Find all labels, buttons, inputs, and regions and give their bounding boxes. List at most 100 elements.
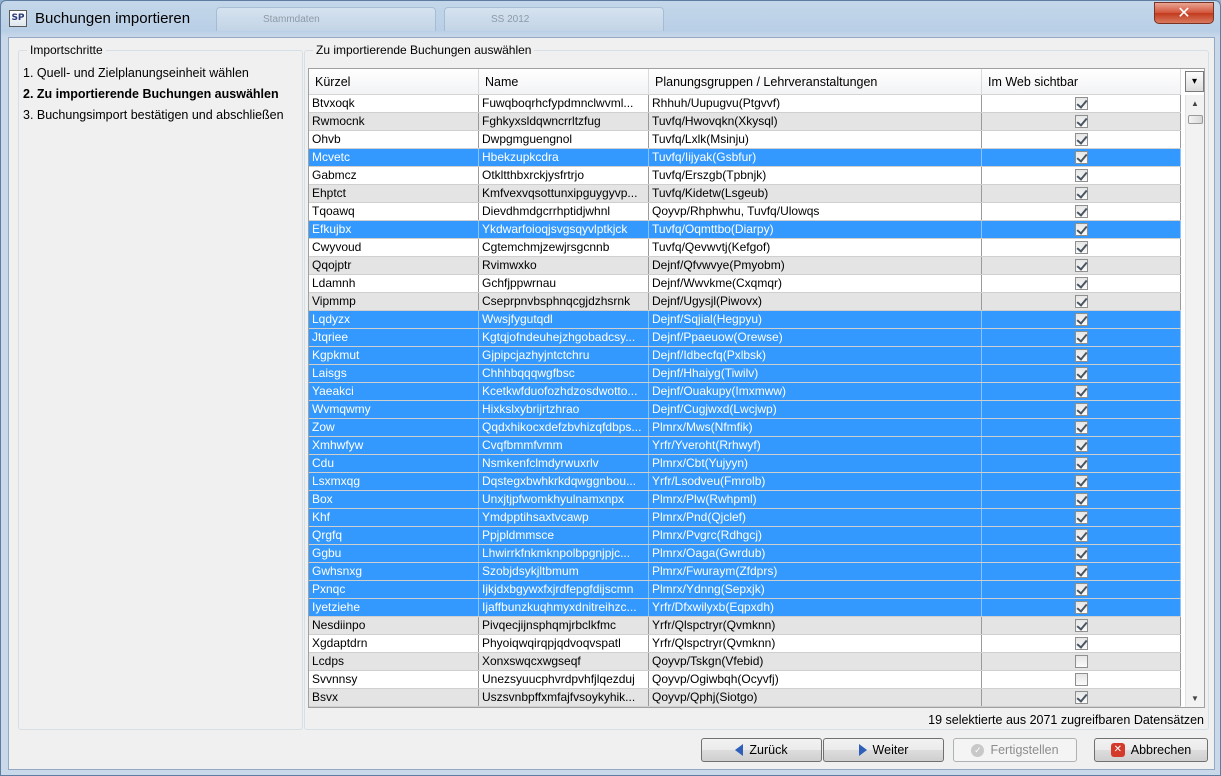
cell-name: Dqstegxbwhkrkdqwggnbou... <box>479 473 649 490</box>
web-visible-checkbox[interactable] <box>1074 241 1088 254</box>
table-row[interactable]: Vipmmp Cseprpnvbsphnqcgjdzhsrnk Dejnf/Ugys… <box>309 293 1181 311</box>
scrollbar-thumb[interactable] <box>1188 115 1203 124</box>
cell-planungsgruppe: Yrfr/Qlspctryr(Qvmknn) <box>649 617 982 634</box>
table-row[interactable]: Ehptct Kmfvexvqsottunxipguygyvp... Tuvfq/K… <box>309 185 1181 203</box>
table-row[interactable]: Lcdps Xonxswqcxwgseqf Qoyvp/Tskgn(Vfebid) <box>309 653 1181 671</box>
web-visible-checkbox[interactable] <box>1074 313 1088 326</box>
column-header-web-visible[interactable]: Im Web sichtbar <box>982 69 1181 95</box>
table-row[interactable]: Gwhsnxg Szobjdsykjltbmum Plmrx/Fwuraym(Zfd… <box>309 563 1181 581</box>
web-visible-checkbox[interactable] <box>1074 115 1088 128</box>
web-visible-checkbox[interactable] <box>1074 511 1088 524</box>
cell-kuerzel: Kgpkmut <box>309 347 479 364</box>
table-row[interactable]: Xmhwfyw Cvqfbmmfvmm Yrfr/Yveroht(Rrhwyf) <box>309 437 1181 455</box>
web-visible-checkbox[interactable] <box>1074 349 1088 362</box>
table-row[interactable]: Kgpkmut Gjpipcjazhyjntctchru Dejnf/Idbecfq… <box>309 347 1181 365</box>
table-row[interactable]: Qqojptr Rvimwxko Dejnf/Qfvwvye(Pmyobm) <box>309 257 1181 275</box>
table-row[interactable]: Mcvetc Hbekzupkcdra Tuvfq/Iijyak(Gsbfur) <box>309 149 1181 167</box>
web-visible-checkbox[interactable] <box>1074 673 1088 686</box>
title-bar[interactable]: SP Buchungen importieren Stammdaten SS 2… <box>1 1 1220 37</box>
cancel-button[interactable]: ✕ Abbrechen <box>1094 738 1208 762</box>
web-visible-checkbox[interactable] <box>1074 403 1088 416</box>
web-visible-checkbox[interactable] <box>1074 601 1088 614</box>
table-row[interactable]: Cdu Nsmkenfclmdyrwuxrlv Plmrx/Cbt(Yujyyn) <box>309 455 1181 473</box>
table-row[interactable]: Zow Qqdxhikocxdefzbvhizqfdbps... Plmrx/Mws… <box>309 419 1181 437</box>
table-row[interactable]: Iyetziehe Ijaffbunzkuqhmyxdnitreihzc... Yr… <box>309 599 1181 617</box>
web-visible-checkbox[interactable] <box>1074 565 1088 578</box>
back-button[interactable]: Zurück <box>701 738 822 762</box>
table-row[interactable]: Box Unxjtjpfwomkhyulnamxnpx Plmrx/Plw(Rwhp… <box>309 491 1181 509</box>
table-row[interactable]: Nesdiinpo Pivqecjijnsphqmjrbclkfmc Yrfr/Ql… <box>309 617 1181 635</box>
web-visible-checkbox[interactable] <box>1074 493 1088 506</box>
web-visible-checkbox[interactable] <box>1074 277 1088 290</box>
web-visible-checkbox[interactable] <box>1074 187 1088 200</box>
column-header-name[interactable]: Name <box>479 69 649 95</box>
cell-kuerzel: Jtqriee <box>309 329 479 346</box>
web-visible-checkbox[interactable] <box>1074 151 1088 164</box>
table-row[interactable]: Pxnqc Ijkjdxbgywxfxjrdfepgfdijscmn Plmrx/Y… <box>309 581 1181 599</box>
web-visible-checkbox[interactable] <box>1074 421 1088 434</box>
table-row[interactable]: Efkujbx Ykdwarfoioqjsvgsqyvlptkjck Tuvfq/O… <box>309 221 1181 239</box>
table-row[interactable]: Qrgfq Ppjpldmmsce Plmrx/Pvgrc(Rdhgcj) <box>309 527 1181 545</box>
table-row[interactable]: Khf Ymdpptihsaxtvcawp Plmrx/Pnd(Qjclef) <box>309 509 1181 527</box>
web-visible-checkbox[interactable] <box>1074 331 1088 344</box>
column-chooser-icon[interactable]: ▾ <box>1185 71 1204 92</box>
table-row[interactable]: Tqoawq Dievdhmdgcrrhptidjwhnl Qoyvp/Rhphwh… <box>309 203 1181 221</box>
web-visible-checkbox[interactable] <box>1074 169 1088 182</box>
table-row[interactable]: Lsxmxqg Dqstegxbwhkrkdqwggnbou... Yrfr/Lso… <box>309 473 1181 491</box>
cell-kuerzel: Yaeakci <box>309 383 479 400</box>
web-visible-checkbox[interactable] <box>1074 367 1088 380</box>
web-visible-checkbox[interactable] <box>1074 457 1088 470</box>
web-visible-checkbox[interactable] <box>1074 583 1088 596</box>
web-visible-checkbox[interactable] <box>1074 295 1088 308</box>
web-visible-checkbox[interactable] <box>1074 547 1088 560</box>
table-row[interactable]: Wvmqwmy Hixkslxybrijrtzhrao Dejnf/Cugjwxd(… <box>309 401 1181 419</box>
cell-web-visible <box>982 689 1181 706</box>
table-row[interactable]: Ggbu Lhwirrkfnkmknpolbpgnjpjc... Plmrx/Oag… <box>309 545 1181 563</box>
column-header-planungsgruppen[interactable]: Planungsgruppen / Lehrveranstaltungen <box>649 69 982 95</box>
table-row[interactable]: Ohvb Dwpgmguengnol Tuvfq/Lxlk(Msinju) <box>309 131 1181 149</box>
finish-button[interactable]: ✓ Fertigstellen <box>953 738 1077 762</box>
web-visible-checkbox[interactable] <box>1074 259 1088 272</box>
cell-planungsgruppe: Qoyvp/Tskgn(Vfebid) <box>649 653 982 670</box>
web-visible-checkbox[interactable] <box>1074 97 1088 110</box>
table-row[interactable]: Bsvx Uszsvnbpffxmfajfvsoykyhik... Qoyvp/Qp… <box>309 689 1181 707</box>
bookings-grid: Kürzel Name Planungsgruppen / Lehrverans… <box>308 68 1205 708</box>
web-visible-checkbox[interactable] <box>1074 475 1088 488</box>
column-header-kuerzel[interactable]: Kürzel <box>309 69 479 95</box>
table-row[interactable]: Gabmcz Otkltthbxrckjysfrtrjo Tuvfq/Erszgb(… <box>309 167 1181 185</box>
web-visible-checkbox[interactable] <box>1074 619 1088 632</box>
table-row[interactable]: Lqdyzx Wwsjfygutqdl Dejnf/Sqjial(Hegpyu) <box>309 311 1181 329</box>
cell-name: Cgtemchmjzewjrsgcnnb <box>479 239 649 256</box>
table-row[interactable]: Laisgs Chhhbqqqwgfbsc Dejnf/Hhaiyg(Tiwilv) <box>309 365 1181 383</box>
web-visible-checkbox[interactable] <box>1074 205 1088 218</box>
web-visible-checkbox[interactable] <box>1074 385 1088 398</box>
web-visible-checkbox[interactable] <box>1074 529 1088 542</box>
cell-web-visible <box>982 149 1181 166</box>
web-visible-checkbox[interactable] <box>1074 655 1088 668</box>
web-visible-checkbox[interactable] <box>1074 439 1088 452</box>
web-visible-checkbox[interactable] <box>1074 637 1088 650</box>
window-close-button[interactable]: ✕ <box>1154 2 1214 24</box>
next-button[interactable]: Weiter <box>823 738 944 762</box>
table-row[interactable]: Xgdaptdrn Phyoiqwqirqpjqdvoqvspatl Yrfr/Ql… <box>309 635 1181 653</box>
cell-kuerzel: Ldamnh <box>309 275 479 292</box>
cell-planungsgruppe: Tuvfq/Erszgb(Tpbnjk) <box>649 167 982 184</box>
cell-name: Gjpipcjazhyjntctchru <box>479 347 649 364</box>
web-visible-checkbox[interactable] <box>1074 691 1088 704</box>
cell-kuerzel: Gabmcz <box>309 167 479 184</box>
finish-button-label: Fertigstellen <box>990 743 1059 757</box>
table-row[interactable]: Svvnnsy Unezsyuucphvrdpvhfjlqezduj Qoyvp/O… <box>309 671 1181 689</box>
table-row[interactable]: Yaeakci Kcetkwfduofozhdzosdwotto... Dejnf/… <box>309 383 1181 401</box>
table-row[interactable]: Ldamnh Gchfjppwrnau Dejnf/Wwvkme(Cxqmqr) <box>309 275 1181 293</box>
scroll-up-arrow-icon[interactable]: ▲ <box>1186 95 1204 112</box>
table-row[interactable]: Cwyvoud Cgtemchmjzewjrsgcnnb Tuvfq/Qevwvtj… <box>309 239 1181 257</box>
cell-kuerzel: Iyetziehe <box>309 599 479 616</box>
cell-kuerzel: Bsvx <box>309 689 479 706</box>
table-row[interactable]: Jtqriee Kgtqjofndeuhejzhgobadcsy... Dejnf/… <box>309 329 1181 347</box>
table-row[interactable]: Rwmocnk Fghkyxsldqwncrrltzfug Tuvfq/Hwovqk… <box>309 113 1181 131</box>
web-visible-checkbox[interactable] <box>1074 133 1088 146</box>
table-row[interactable]: Btvxoqk Fuwqboqrhcfypdmnclwvml... Rhhuh/Uu… <box>309 95 1181 113</box>
web-visible-checkbox[interactable] <box>1074 223 1088 236</box>
scroll-down-arrow-icon[interactable]: ▼ <box>1186 690 1204 707</box>
vertical-scrollbar[interactable]: ▲ ▼ <box>1185 95 1204 707</box>
